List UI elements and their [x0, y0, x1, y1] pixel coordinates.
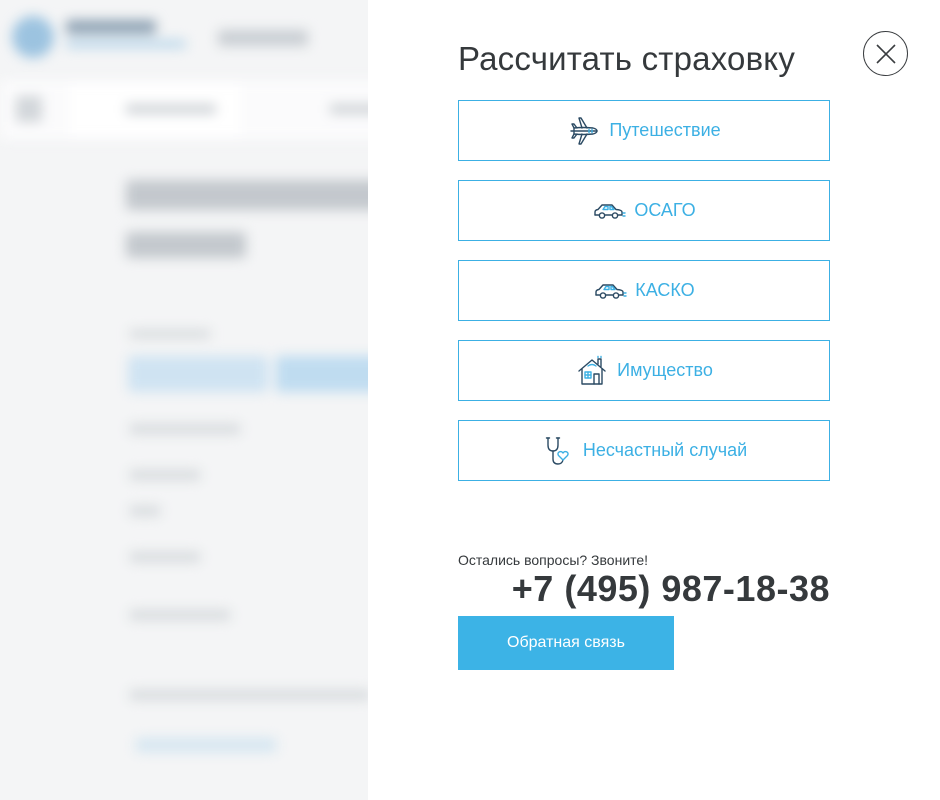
close-icon [875, 43, 896, 64]
blurred-text [130, 424, 240, 434]
blurred-text [130, 690, 368, 700]
car-icon [592, 194, 627, 228]
option-accident-label: Несчастный случай [582, 440, 748, 460]
option-kasko[interactable]: КАСКО [458, 260, 830, 321]
blurred-text [136, 738, 276, 752]
contact-phone: +7 (495) 987-18-38 [511, 568, 830, 609]
option-kasko-label: КАСКО [635, 280, 695, 300]
blurred-brand [66, 20, 156, 34]
blurred-heading [126, 232, 246, 258]
contact-question: Остались вопросы? Звоните! [458, 552, 649, 568]
modal-title: Рассчитать страховку [458, 40, 796, 77]
option-property[interactable]: Имущество [458, 340, 830, 401]
car-icon [593, 274, 627, 308]
house-icon [575, 354, 609, 388]
airplane-icon [567, 114, 601, 148]
blurred-tab-label [126, 104, 216, 114]
blurred-text [130, 330, 210, 338]
blurred-button [128, 356, 268, 392]
option-travel-label: Путешествие [609, 120, 721, 140]
blurred-text [130, 552, 200, 562]
blurred-tab-label [330, 104, 368, 114]
insurance-options: Путешествие ОСАГО КАСКО Имущество Несчас… [458, 100, 830, 500]
blurred-text [130, 470, 200, 480]
background-page [0, 0, 368, 800]
stethoscope-heart-icon [541, 434, 575, 468]
blurred-header-phone [218, 30, 308, 46]
blurred-heading [126, 180, 368, 210]
blurred-logo [12, 16, 54, 58]
option-accident[interactable]: Несчастный случай [458, 420, 830, 481]
close-button[interactable] [863, 31, 908, 76]
blurred-brand-tagline [66, 40, 186, 48]
option-travel[interactable]: Путешествие [458, 100, 830, 161]
option-osago-label: ОСАГО [634, 200, 696, 220]
insurance-modal: Рассчитать страховку Путешествие ОСАГО К… [368, 0, 940, 800]
blurred-button [276, 356, 368, 392]
blurred-text [130, 610, 230, 620]
option-property-label: Имущество [617, 360, 713, 380]
option-osago[interactable]: ОСАГО [458, 180, 830, 241]
callback-button[interactable]: Обратная связь [458, 616, 674, 670]
background-page-content [0, 0, 368, 800]
blurred-menu-icon [16, 96, 42, 122]
blurred-text [130, 506, 160, 516]
